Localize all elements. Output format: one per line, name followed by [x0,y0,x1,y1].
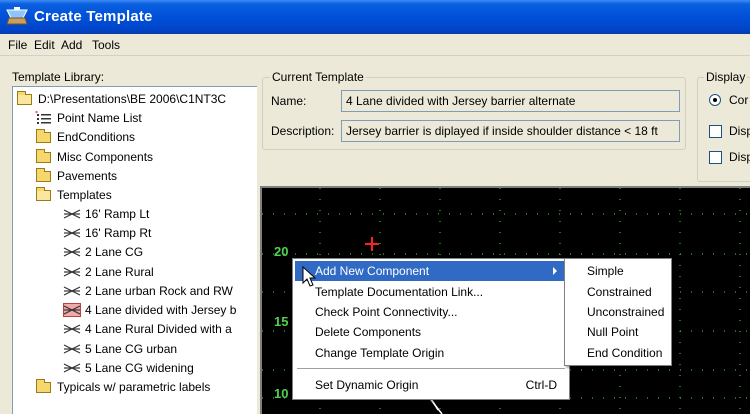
template-icon [63,226,81,240]
display-option-label: Disp [729,124,750,138]
menu-item-label: Add New Component [315,264,430,278]
menu-item-label: Set Dynamic Origin [315,378,419,392]
tree-item-label: Templates [57,187,112,202]
folder-icon [35,128,53,144]
template-app-icon [6,7,28,25]
tree-item-template[interactable]: 5 Lane CG urban [63,339,177,357]
menu-separator [297,368,565,369]
menu-item-set-dynamic-origin[interactable]: Set Dynamic Origin Ctrl-D [295,375,567,395]
tree-item-typicals[interactable]: Typicals w/ parametric labels [35,377,210,395]
tree-item-label: 2 Lane Rural [85,264,154,279]
tree-item-label: 4 Lane divided with Jersey b [85,302,237,317]
menu-item-label: Template Documentation Link... [315,285,484,299]
template-selected-icon [63,302,81,317]
point-list-icon: * [35,110,53,125]
menu-item-check-point-connectivity[interactable]: Check Point Connectivity... [295,302,567,322]
tree-item-label: Misc Components [57,149,154,164]
mouse-cursor-icon [302,266,317,287]
menu-bar: File Edit Add Tools [0,34,750,56]
tree-item-endconditions[interactable]: EndConditions [35,127,135,145]
template-icon [63,207,81,221]
origin-marker [365,237,379,251]
menu-add[interactable]: Add [61,38,82,52]
tree-item-root[interactable]: D:\Presentations\BE 2006\C1NT3C [16,89,226,107]
add-component-submenu: Simple Constrained Unconstrained Null Po… [564,258,672,366]
menu-item-delete-components[interactable]: Delete Components [295,322,567,342]
description-field[interactable]: Jersey barrier is diplayed if inside sho… [341,120,680,142]
submenu-item-null-point[interactable]: Null Point [567,322,669,342]
context-menu: Add New Component Template Documentation… [292,258,570,400]
tree-item-label: Typicals w/ parametric labels [57,379,211,394]
name-field[interactable]: 4 Lane divided with Jersey barrier alter… [341,90,680,112]
current-template-legend: Current Template [270,70,366,84]
menu-tools[interactable]: Tools [92,38,120,52]
tree-item-label: 5 Lane CG widening [85,360,194,375]
menu-item-label: Change Template Origin [315,346,445,360]
tree-item-template[interactable]: 16' Ramp Rt [63,223,151,241]
tree-item-template-selected[interactable]: 4 Lane divided with Jersey b [63,300,236,318]
menu-item-change-template-origin[interactable]: Change Template Origin [295,343,567,363]
tree-item-label: 4 Lane Rural Divided with a [85,321,232,336]
template-icon [63,322,81,336]
tree-item-label: EndConditions [57,129,136,144]
submenu-item-constrained[interactable]: Constrained [567,282,669,302]
folder-open-icon [16,90,34,106]
tree-item-label: 16' Ramp Rt [85,225,152,240]
tree-item-pavements[interactable]: Pavements [35,166,117,184]
submenu-item-end-condition[interactable]: End Condition [567,343,669,363]
tree-item-template[interactable]: 2 Lane Rural [63,262,154,280]
tree-item-label: 2 Lane CG [85,244,144,259]
folder-icon [35,148,53,164]
tree-item-point-name-list[interactable]: * Point Name List [35,108,142,126]
folder-icon [35,378,53,394]
tree-item-template[interactable]: 5 Lane CG widening [63,358,194,376]
display-legend: Display [704,70,748,84]
name-label: Name: [271,94,307,108]
menu-item-add-new-component[interactable]: Add New Component [295,261,567,281]
tree-item-template[interactable]: 2 Lane CG [63,242,143,260]
title-bar: Create Template [0,0,750,34]
display-option-label: Cor [729,93,749,107]
template-icon [63,245,81,259]
tree-item-template[interactable]: 16' Ramp Lt [63,204,149,222]
display-checkbox[interactable] [709,151,722,164]
folder-open-icon [35,186,53,202]
tree-item-templates[interactable]: Templates [35,185,112,203]
submenu-item-simple[interactable]: Simple [567,261,669,281]
menu-item-label: Delete Components [315,325,422,339]
menu-edit[interactable]: Edit [34,38,55,52]
tree-item-label: 2 Lane urban Rock and RW [85,283,233,298]
display-radio[interactable] [709,94,721,106]
tree-item-label: Pavements [57,168,118,183]
display-option-label: Disp [729,150,750,164]
folder-icon [35,167,53,183]
shortcut-label: Ctrl-D [525,378,557,392]
menu-item-template-documentation-link[interactable]: Template Documentation Link... [295,282,567,302]
template-library-label: Template Library: [12,70,105,84]
description-label: Description: [271,124,335,138]
tree-item-template[interactable]: 4 Lane Rural Divided with a [63,319,232,337]
submenu-arrow-icon [553,267,557,275]
y-axis-label: 20 [274,244,289,259]
svg-text:*: * [35,111,38,117]
template-icon [63,361,81,375]
tree-item-misc-components[interactable]: Misc Components [35,147,153,165]
tree-item-label: 16' Ramp Lt [85,206,150,221]
tree-item-label: 5 Lane CG urban [85,341,178,356]
submenu-item-unconstrained[interactable]: Unconstrained [567,302,669,322]
template-icon [63,284,81,298]
tree-item-template[interactable]: 2 Lane urban Rock and RW [63,281,233,299]
template-icon [63,265,81,279]
y-axis-label: 15 [274,314,289,329]
tree-item-label: D:\Presentations\BE 2006\C1NT3C [38,91,227,106]
window-title: Create Template [34,8,153,25]
y-axis-label: 10 [274,386,289,401]
template-icon [63,342,81,356]
display-checkbox[interactable] [709,125,722,138]
tree-item-label: Point Name List [57,110,142,125]
menu-item-label: Check Point Connectivity... [315,305,458,319]
menu-file[interactable]: File [8,38,27,52]
template-library-tree[interactable]: D:\Presentations\BE 2006\C1NT3C * Point … [12,86,257,414]
